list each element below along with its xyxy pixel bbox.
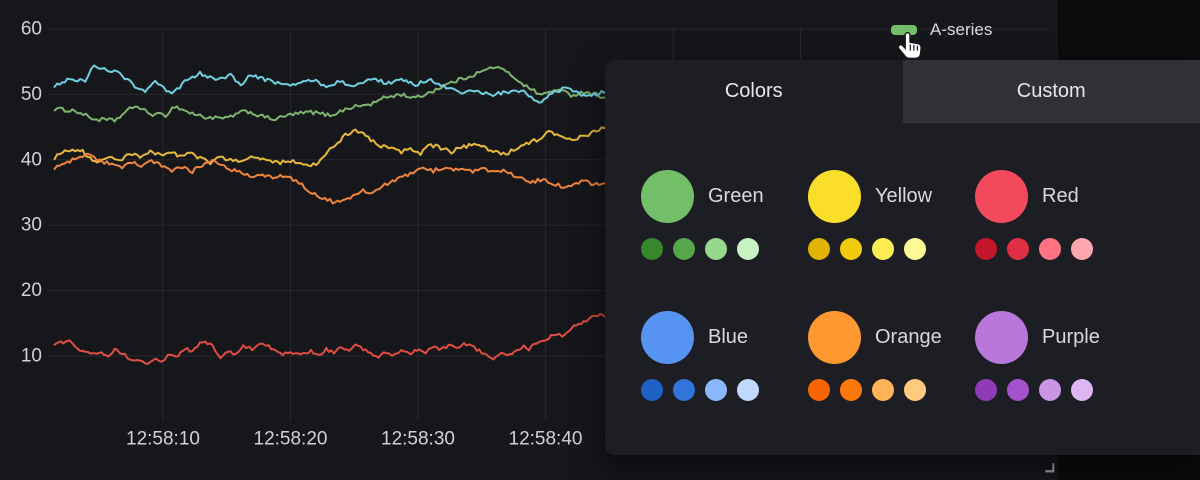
- panel-resize-handle[interactable]: [1042, 460, 1057, 475]
- color-circle-purple[interactable]: [975, 311, 1028, 364]
- color-swatch-blue: Blue: [641, 310, 808, 401]
- y-tick-label: 10: [21, 346, 42, 367]
- color-variant-red-1[interactable]: [1007, 238, 1029, 260]
- color-variant-orange-0[interactable]: [808, 379, 830, 401]
- color-variant-red-3[interactable]: [1071, 238, 1093, 260]
- color-circle-blue[interactable]: [641, 311, 694, 364]
- color-variant-blue-0[interactable]: [641, 379, 663, 401]
- color-swatch-purple: Purple: [975, 310, 1142, 401]
- color-swatch-green: Green: [641, 169, 808, 260]
- color-variant-yellow-1[interactable]: [840, 238, 862, 260]
- color-variant-green-0[interactable]: [641, 238, 663, 260]
- y-tick-label: 60: [21, 19, 42, 40]
- color-variant-green-1[interactable]: [673, 238, 695, 260]
- color-variant-orange-2[interactable]: [872, 379, 894, 401]
- color-variant-red-2[interactable]: [1039, 238, 1061, 260]
- color-picker-popup: Colors Custom Green Yellow Red Blue Orange Pu…: [605, 60, 1200, 455]
- color-label: Green: [708, 185, 764, 208]
- color-circle-orange[interactable]: [808, 311, 861, 364]
- x-tick-label: 12:58:20: [254, 429, 328, 450]
- color-picker-tabs: Colors Custom: [605, 60, 1200, 123]
- color-variant-yellow-0[interactable]: [808, 238, 830, 260]
- x-tick-label: 12:58:30: [381, 429, 455, 450]
- y-tick-label: 30: [21, 215, 42, 236]
- color-circle-yellow[interactable]: [808, 170, 861, 223]
- x-tick-label: 12:58:40: [509, 429, 583, 450]
- color-swatch-yellow: Yellow: [808, 169, 975, 260]
- color-label: Red: [1042, 185, 1079, 208]
- y-tick-label: 20: [21, 280, 42, 301]
- legend-item-a-series[interactable]: A-series: [891, 20, 992, 40]
- y-tick-label: 50: [21, 84, 42, 105]
- tab-colors[interactable]: Colors: [605, 60, 903, 123]
- color-variant-purple-1[interactable]: [1007, 379, 1029, 401]
- color-variant-blue-2[interactable]: [705, 379, 727, 401]
- y-tick-label: 40: [21, 149, 42, 170]
- color-swatch-orange: Orange: [808, 310, 975, 401]
- color-variant-orange-1[interactable]: [840, 379, 862, 401]
- legend-series-label[interactable]: A-series: [930, 20, 992, 40]
- color-variant-yellow-2[interactable]: [872, 238, 894, 260]
- color-variant-green-2[interactable]: [705, 238, 727, 260]
- color-variant-red-0[interactable]: [975, 238, 997, 260]
- tab-custom[interactable]: Custom: [903, 60, 1200, 123]
- color-swatch-red: Red: [975, 169, 1142, 260]
- grafana-page: 60 50 40 30 20 10 12:58:10 12:58:20 12:58:30 12:5…: [0, 0, 1200, 480]
- color-circle-red[interactable]: [975, 170, 1028, 223]
- series-color-marker-icon[interactable]: [891, 25, 917, 35]
- named-colors-grid: Green Yellow Red Blue Orange Purple: [641, 169, 1142, 401]
- color-variant-blue-1[interactable]: [673, 379, 695, 401]
- color-variant-purple-3[interactable]: [1071, 379, 1093, 401]
- x-tick-label: 12:58:10: [126, 429, 200, 450]
- color-variant-orange-3[interactable]: [904, 379, 926, 401]
- color-variant-purple-2[interactable]: [1039, 379, 1061, 401]
- color-variant-green-3[interactable]: [737, 238, 759, 260]
- color-label: Yellow: [875, 185, 932, 208]
- series-line-cyan: [55, 66, 607, 103]
- color-circle-green[interactable]: [641, 170, 694, 223]
- color-variant-blue-3[interactable]: [737, 379, 759, 401]
- color-variant-yellow-3[interactable]: [904, 238, 926, 260]
- color-label: Blue: [708, 326, 748, 349]
- color-variant-purple-0[interactable]: [975, 379, 997, 401]
- color-label: Orange: [875, 326, 942, 349]
- color-label: Purple: [1042, 326, 1100, 349]
- series-line-orange: [55, 154, 607, 203]
